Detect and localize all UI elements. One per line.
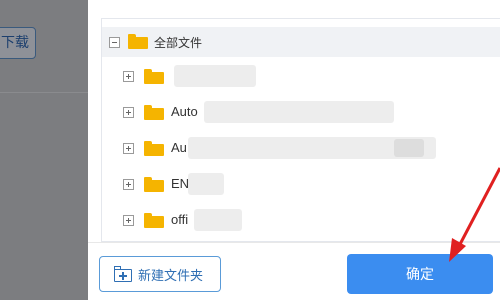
tree-root-label: 全部文件 [154, 36, 203, 50]
tree-item-label: offi [171, 212, 189, 227]
background-page: 下载 [0, 0, 88, 300]
tree-item-5[interactable]: offi [102, 205, 500, 235]
tree-root-row[interactable]: 全部文件 [102, 27, 500, 57]
folder-icon [144, 69, 164, 84]
confirm-button[interactable]: 确定 [347, 254, 493, 294]
new-folder-button[interactable]: 新建文件夹 [99, 256, 221, 292]
folder-icon [144, 177, 164, 192]
folder-picker-dialog: 全部文件 Auto Au EN offi 新建文件夹 确定 [88, 0, 500, 300]
folder-icon [144, 105, 164, 120]
redaction-blur [204, 101, 394, 123]
folder-icon [128, 34, 148, 49]
expand-icon[interactable] [123, 71, 134, 82]
download-button[interactable]: 下载 [0, 27, 36, 59]
redaction-blur [194, 209, 242, 231]
redaction-blur [174, 65, 256, 87]
background-divider [0, 92, 88, 93]
expand-icon[interactable] [123, 179, 134, 190]
footer-divider [88, 242, 500, 243]
redaction-blur [394, 139, 424, 157]
expand-icon[interactable] [123, 215, 134, 226]
folder-tree: 全部文件 Auto Au EN offi [101, 18, 500, 242]
folder-plus-icon [114, 266, 132, 282]
expand-icon[interactable] [123, 107, 134, 118]
tree-item-4[interactable]: EN [102, 169, 500, 199]
folder-icon [144, 141, 164, 156]
tree-item-1[interactable] [102, 61, 500, 91]
tree-item-3[interactable]: Au [102, 133, 500, 163]
tree-item-label: Auto [171, 104, 198, 119]
new-folder-label: 新建文件夹 [138, 268, 204, 284]
redaction-blur [188, 173, 224, 195]
folder-icon [144, 213, 164, 228]
collapse-icon[interactable] [109, 37, 120, 48]
expand-icon[interactable] [123, 143, 134, 154]
tree-item-2[interactable]: Auto [102, 97, 500, 127]
tree-item-label: Au [171, 140, 187, 155]
tree-item-label: EN [171, 176, 190, 191]
